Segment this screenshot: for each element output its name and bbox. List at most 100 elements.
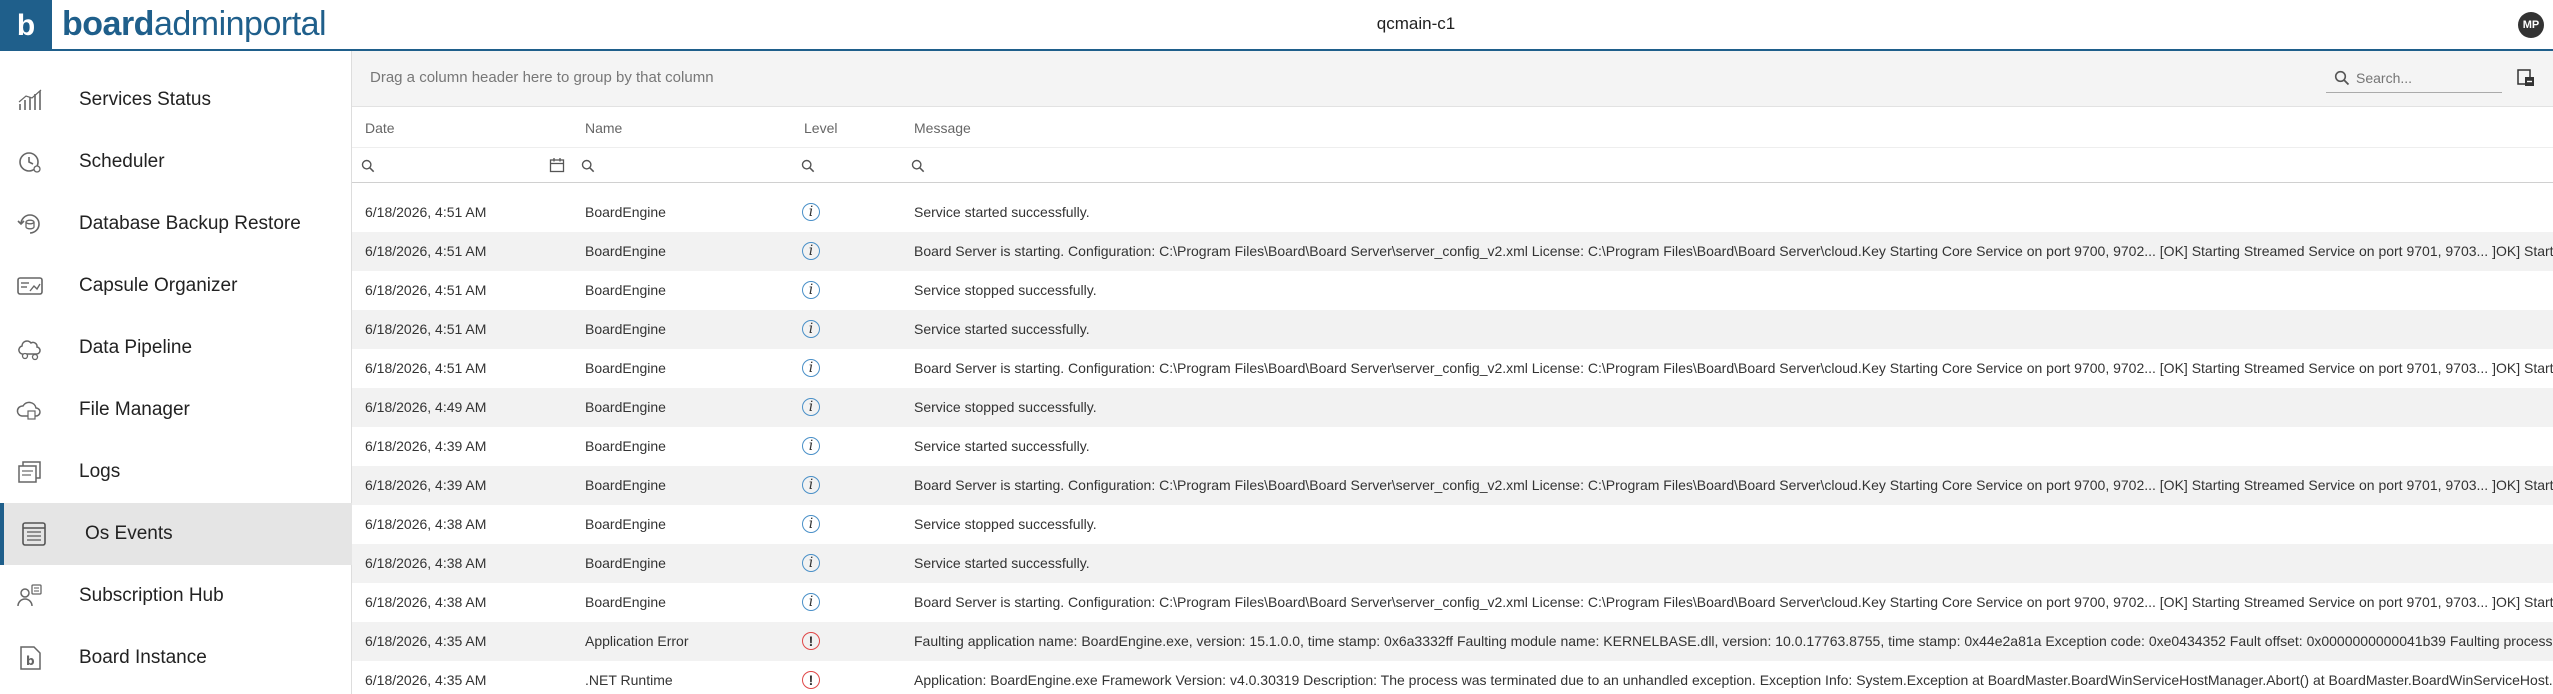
sidebar-item-label: Logs	[79, 461, 121, 482]
export-icon[interactable]	[2516, 68, 2536, 88]
sidebar-item-os-events[interactable]: Os Events	[0, 503, 352, 565]
info-level-icon: i	[802, 320, 820, 338]
table-row[interactable]: 6/18/2026, 4:51 AM BoardEngine i Board Serv…	[352, 232, 2553, 271]
data-pipeline-icon	[16, 334, 44, 362]
cell-message: Board Server is starting. Configuration:…	[914, 477, 2553, 493]
search-icon	[361, 159, 375, 173]
sidebar-item-scheduler[interactable]: Scheduler	[0, 131, 352, 193]
sidebar-item-services-status[interactable]: Services Status	[0, 69, 352, 131]
sidebar-item-label: Database Backup Restore	[79, 213, 301, 234]
board-instance-icon: b	[16, 644, 44, 672]
sidebar-item-logs[interactable]: Logs	[0, 441, 352, 503]
table-row[interactable]: 6/18/2026, 4:51 AM BoardEngine i Service st…	[352, 193, 2553, 232]
cell-message: Service stopped successfully.	[914, 282, 1097, 298]
table-row[interactable]: 6/18/2026, 4:38 AM BoardEngine i Service st…	[352, 544, 2553, 583]
subscription-hub-icon	[16, 582, 44, 610]
column-header-row: Date Name Level Message	[352, 107, 2553, 147]
cell-date: 6/18/2026, 4:51 AM	[365, 282, 487, 298]
level-filter[interactable]	[792, 148, 902, 184]
table-row[interactable]: 6/18/2026, 4:51 AM BoardEngine i Service st…	[352, 271, 2553, 310]
table-row[interactable]: 6/18/2026, 4:39 AM BoardEngine i Service st…	[352, 427, 2553, 466]
table-row[interactable]: 6/18/2026, 4:49 AM BoardEngine i Service st…	[352, 388, 2553, 427]
cell-message: Service stopped successfully.	[914, 399, 1097, 415]
table-row[interactable]: 6/18/2026, 4:35 AM Application Error! Faul…	[352, 622, 2553, 661]
error-level-icon: !	[802, 671, 820, 689]
info-level-icon: i	[802, 203, 820, 221]
file-manager-cloud-icon	[16, 396, 44, 424]
os-events-grid: Drag a column header here to group by th…	[352, 51, 2553, 694]
message-filter[interactable]	[902, 148, 2542, 184]
brand-wordmark: boardadminportal	[62, 5, 327, 44]
cell-name: BoardEngine	[585, 243, 666, 259]
level-filter-input[interactable]	[818, 154, 893, 178]
grid-search[interactable]	[2326, 65, 2502, 93]
cell-date: 6/18/2026, 4:51 AM	[365, 360, 487, 376]
cell-message: Service started successfully.	[914, 204, 1090, 220]
cell-name: BoardEngine	[585, 438, 666, 454]
error-level-icon: !	[802, 632, 820, 650]
cell-message: Service stopped successfully.	[914, 516, 1097, 532]
sidebar-item-data-pipeline[interactable]: Data Pipeline	[0, 317, 352, 379]
date-filter[interactable]	[352, 148, 572, 184]
logs-icon	[16, 458, 44, 486]
sidebar-item-label: Board Instance	[79, 647, 207, 668]
grid-search-input[interactable]	[2356, 67, 2496, 89]
sidebar-nav: Services Status Scheduler Database Backup …	[0, 51, 352, 694]
user-avatar[interactable]: MP	[2518, 12, 2544, 38]
column-header-name[interactable]: Name	[585, 120, 622, 136]
sidebar-item-label: File Manager	[79, 399, 190, 420]
sidebar-item-capsule-organizer[interactable]: Capsule Organizer	[0, 255, 352, 317]
cell-date: 6/18/2026, 4:49 AM	[365, 399, 487, 415]
cell-name: BoardEngine	[585, 477, 666, 493]
table-row[interactable]: 6/18/2026, 4:38 AM BoardEngine i Board Serv…	[352, 583, 2553, 622]
cell-date: 6/18/2026, 4:38 AM	[365, 555, 487, 571]
date-filter-input[interactable]	[378, 154, 543, 178]
info-level-icon: i	[802, 593, 820, 611]
calendar-icon[interactable]	[549, 157, 565, 173]
table-row[interactable]: 6/18/2026, 4:35 AM .NET Runtime! Applicati…	[352, 661, 2553, 694]
svg-text:b: b	[26, 654, 35, 668]
name-filter-input[interactable]	[598, 154, 783, 178]
services-status-chart-icon	[16, 86, 44, 114]
message-filter-input[interactable]	[928, 154, 2528, 178]
info-level-icon: i	[802, 515, 820, 533]
column-header-message[interactable]: Message	[914, 120, 971, 136]
table-row[interactable]: 6/18/2026, 4:39 AM BoardEngine i Board Serv…	[352, 466, 2553, 505]
info-level-icon: i	[802, 359, 820, 377]
cell-date: 6/18/2026, 4:51 AM	[365, 204, 487, 220]
board-logo-icon[interactable]: b	[0, 0, 52, 51]
column-header-date[interactable]: Date	[365, 120, 395, 136]
cell-name: BoardEngine	[585, 321, 666, 337]
cell-date: 6/18/2026, 4:39 AM	[365, 438, 487, 454]
name-filter[interactable]	[572, 148, 792, 184]
sidebar-item-database-backup-restore[interactable]: Database Backup Restore	[0, 193, 352, 255]
sidebar-item-label: Capsule Organizer	[79, 275, 238, 296]
column-header-level[interactable]: Level	[804, 120, 837, 136]
cell-message: Service started successfully.	[914, 438, 1090, 454]
table-row[interactable]: 6/18/2026, 4:51 AM BoardEngine i Service st…	[352, 310, 2553, 349]
info-level-icon: i	[802, 281, 820, 299]
cell-date: 6/18/2026, 4:38 AM	[365, 594, 487, 610]
cell-name: Application Error	[585, 633, 689, 649]
table-row[interactable]: 6/18/2026, 4:51 AM BoardEngine i Board Serv…	[352, 349, 2553, 388]
sidebar-item-label: Subscription Hub	[79, 585, 224, 606]
search-icon	[911, 159, 925, 173]
cell-date: 6/18/2026, 4:51 AM	[365, 321, 487, 337]
info-level-icon: i	[802, 242, 820, 260]
sidebar-item-board-instance[interactable]: b Board Instance	[0, 627, 352, 689]
database-backup-icon	[16, 210, 44, 238]
cell-message: Application: BoardEngine.exe Framework V…	[914, 672, 2553, 688]
group-by-panel[interactable]: Drag a column header here to group by th…	[352, 51, 2553, 107]
cell-message: Service started successfully.	[914, 321, 1090, 337]
info-level-icon: i	[802, 437, 820, 455]
cell-date: 6/18/2026, 4:39 AM	[365, 477, 487, 493]
info-level-icon: i	[802, 476, 820, 494]
brand-bold: board	[62, 5, 154, 43]
table-row[interactable]: 6/18/2026, 4:38 AM BoardEngine i Service st…	[352, 505, 2553, 544]
sidebar-item-subscription-hub[interactable]: Subscription Hub	[0, 565, 352, 627]
sidebar-item-file-manager[interactable]: File Manager	[0, 379, 352, 441]
cell-name: BoardEngine	[585, 399, 666, 415]
cell-name: BoardEngine	[585, 360, 666, 376]
cell-name: BoardEngine	[585, 516, 666, 532]
cell-message: Service started successfully.	[914, 555, 1090, 571]
